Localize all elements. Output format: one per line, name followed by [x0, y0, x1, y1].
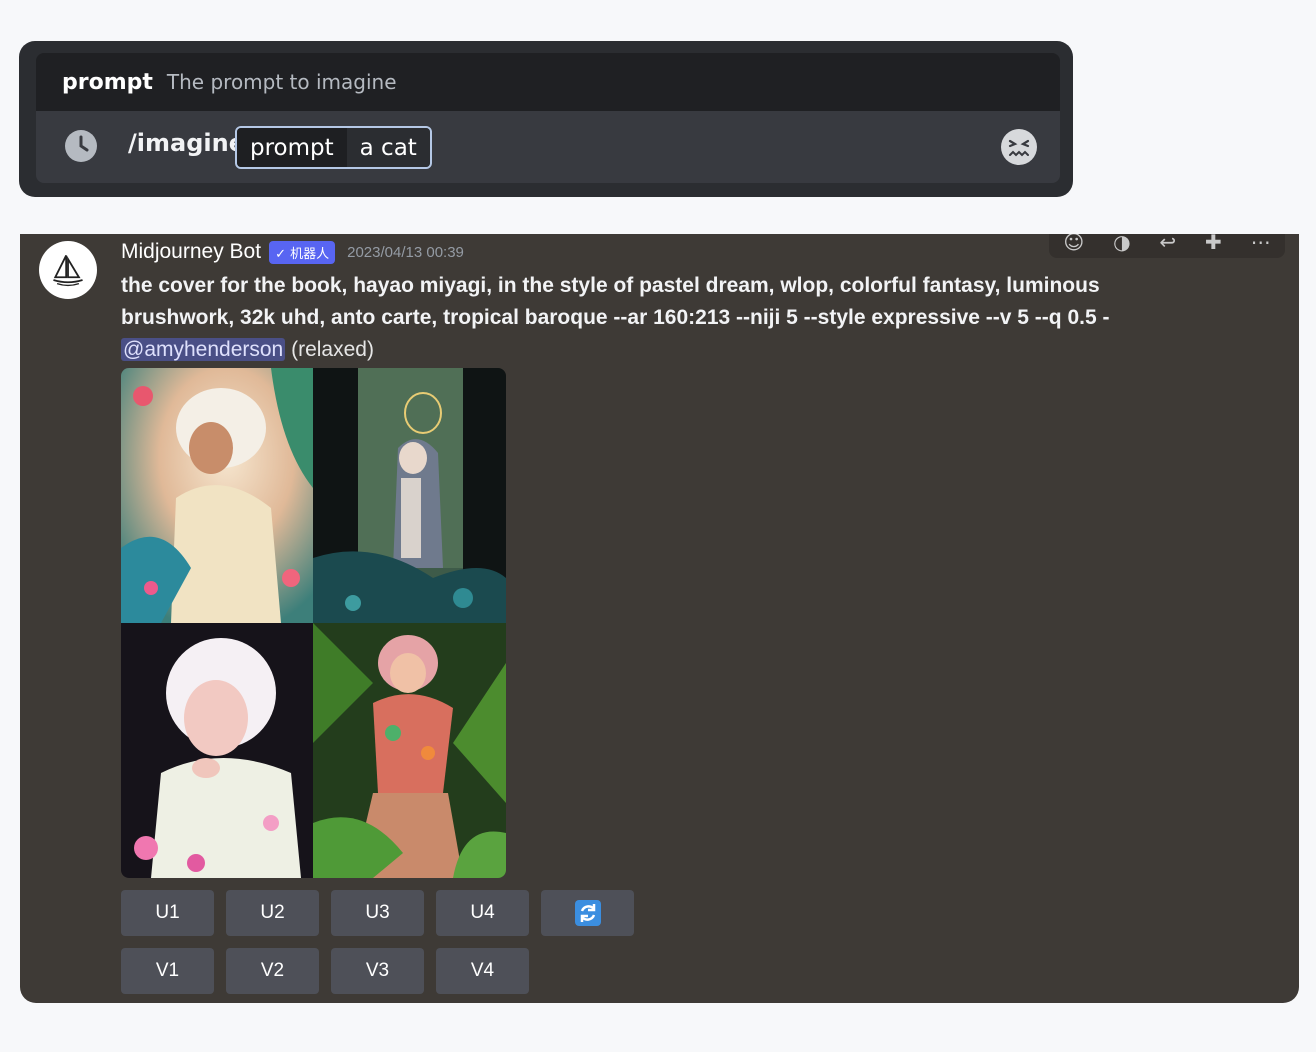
message-toolbar: ☺ ◑ ↩ ✚ ⋯ — [1049, 234, 1285, 258]
prompt-text: the cover for the book, hayao miyagi, in… — [121, 274, 1110, 329]
bot-badge: ✓ 机器人 — [269, 240, 336, 264]
reroll-button[interactable] — [541, 890, 634, 936]
create-thread-icon[interactable]: ✚ — [1205, 234, 1222, 254]
add-reaction-icon[interactable]: ☺ — [1063, 234, 1084, 254]
generation-mode: (relaxed) — [291, 338, 374, 361]
option-hint-bar: prompt The prompt to imagine — [36, 53, 1060, 111]
reroll-icon — [574, 900, 601, 926]
app-icon[interactable]: ◑ — [1113, 234, 1130, 254]
slash-command-panel: prompt The prompt to imagine /imagine pr… — [19, 41, 1073, 197]
generated-image-4[interactable] — [313, 623, 506, 878]
option-pill-value[interactable]: a cat — [346, 128, 430, 167]
command-name: /imagine — [128, 129, 245, 157]
message-header: Midjourney Bot ✓ 机器人 2023/04/13 00:39 — [121, 240, 464, 264]
upscale-button-u1[interactable]: U1 — [121, 890, 214, 936]
variation-button-v1[interactable]: V1 — [121, 948, 214, 994]
upscale-button-u4[interactable]: U4 — [436, 890, 529, 936]
user-mention[interactable]: @amyhenderson — [121, 338, 286, 361]
variation-button-row: V1 V2 V3 V4 — [121, 948, 529, 994]
bot-message: ☺ ◑ ↩ ✚ ⋯ Midjourney Bot ✓ 机器人 2023/04/1… — [20, 234, 1299, 1003]
option-hint-name: prompt — [62, 69, 153, 95]
emoji-picker-icon[interactable] — [1000, 128, 1038, 166]
more-icon[interactable]: ⋯ — [1251, 234, 1271, 254]
generated-image-3[interactable] — [121, 623, 313, 878]
sailboat-logo-icon — [53, 255, 83, 287]
message-input-bar[interactable]: /imagine prompt a cat — [36, 111, 1060, 183]
avatar[interactable] — [39, 241, 97, 299]
author-name[interactable]: Midjourney Bot — [121, 240, 261, 264]
upscale-button-u3[interactable]: U3 — [331, 890, 424, 936]
option-pill-name: prompt — [237, 128, 347, 167]
variation-button-v3[interactable]: V3 — [331, 948, 424, 994]
generated-image-2[interactable] — [313, 368, 506, 623]
reply-icon[interactable]: ↩ — [1159, 234, 1176, 254]
message-timestamp: 2023/04/13 00:39 — [347, 243, 464, 261]
message-content: the cover for the book, hayao miyagi, in… — [121, 270, 1201, 366]
prompt-option-pill[interactable]: prompt a cat — [235, 126, 432, 169]
variation-button-v2[interactable]: V2 — [226, 948, 319, 994]
option-hint-description: The prompt to imagine — [166, 70, 397, 94]
image-grid[interactable] — [121, 368, 506, 878]
upscale-button-row: U1 U2 U3 U4 — [121, 890, 634, 936]
generated-image-1[interactable] — [121, 368, 313, 623]
variation-button-v4[interactable]: V4 — [436, 948, 529, 994]
clock-icon[interactable] — [64, 129, 98, 163]
upscale-button-u2[interactable]: U2 — [226, 890, 319, 936]
